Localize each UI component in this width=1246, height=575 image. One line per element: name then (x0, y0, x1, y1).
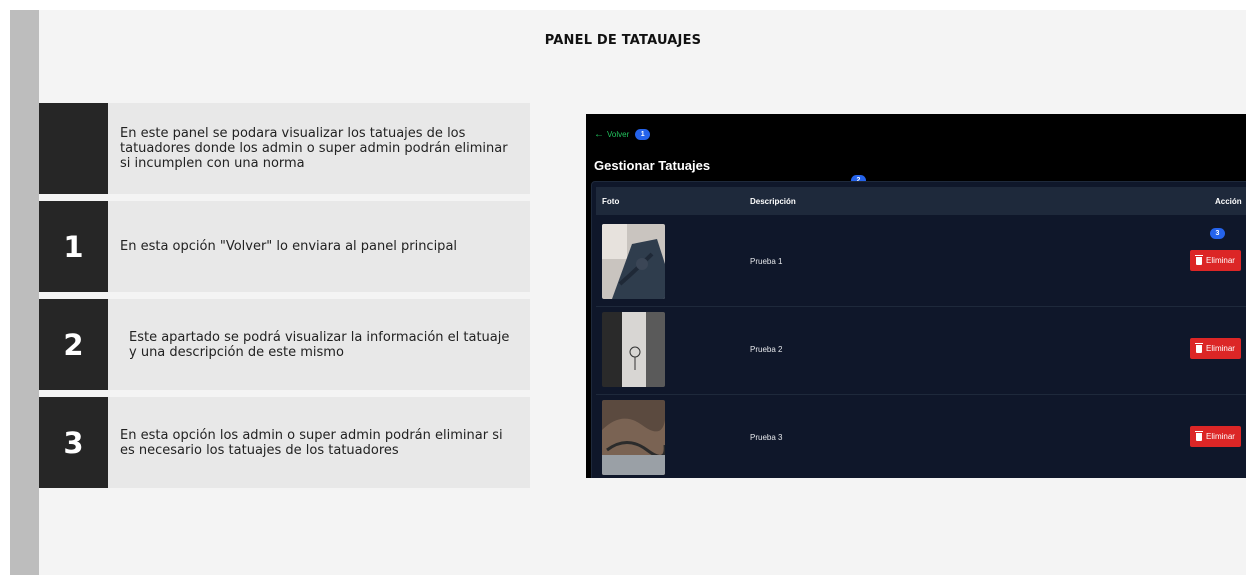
step-row-1: 1 En esta opción "Volver" lo enviara al … (39, 201, 530, 292)
delete-button[interactable]: Eliminar (1190, 250, 1241, 271)
row-description: Prueba 1 (750, 257, 783, 266)
intro-row-text: En este panel se podara visualizar los t… (120, 126, 508, 171)
slide-side-bar (10, 10, 39, 575)
row-description: Prueba 2 (750, 345, 783, 354)
arrow-left-icon: ← (594, 129, 604, 140)
column-header-action: Acción (1215, 197, 1242, 206)
delete-button[interactable]: Eliminar (1190, 338, 1241, 359)
row-description: Prueba 3 (750, 433, 783, 442)
column-header-description: Descripción (750, 197, 796, 206)
delete-button[interactable]: Eliminar (1190, 426, 1241, 447)
trash-icon (1195, 342, 1204, 353)
tattoo-table-panel: Foto Descripción Acción Prueba 1 3 Elimi… (591, 181, 1246, 478)
table-row: Prueba 3 Eliminar (596, 395, 1246, 478)
column-header-photo: Foto (602, 197, 620, 206)
tattoo-photo (602, 400, 665, 475)
intro-row-number (39, 103, 108, 194)
step-row-2: 2 Este apartado se podrá visualizar la i… (39, 299, 530, 390)
table-row: Prueba 2 Eliminar (596, 307, 1246, 395)
table-row: Prueba 1 3 Eliminar (596, 219, 1246, 307)
page-title: PANEL DE TATAUAJES (544, 33, 702, 48)
trash-icon (1195, 430, 1204, 441)
step-row-3: 3 En esta opción los admin o super admin… (39, 397, 530, 488)
app-title: Gestionar Tatuajes (594, 158, 711, 173)
delete-label: Eliminar (1206, 256, 1235, 265)
step-text-2: Este apartado se podrá visualizar la inf… (129, 329, 510, 360)
callout-badge-1: 1 (635, 129, 651, 140)
step-number-2: 2 (39, 299, 108, 390)
intro-row: En este panel se podara visualizar los t… (39, 103, 530, 194)
app-screenshot: ← Volver 1 Gestionar Tatuajes 2 Foto Des… (586, 114, 1246, 478)
tattoo-photo (602, 312, 665, 387)
delete-label: Eliminar (1206, 344, 1235, 353)
table-header: Foto Descripción Acción (596, 187, 1246, 215)
step-text-1: En esta opción "Volver" lo enviara al pa… (120, 239, 458, 254)
step-number-1: 1 (39, 201, 108, 292)
back-button[interactable]: ← Volver 1 (594, 129, 651, 140)
callout-badge-3: 3 (1210, 228, 1225, 239)
step-text-3: En esta opción los admin o super admin p… (120, 427, 503, 458)
step-number-3: 3 (39, 397, 108, 488)
back-label: Volver (607, 130, 630, 139)
tattoo-photo (602, 224, 665, 299)
delete-label: Eliminar (1206, 432, 1235, 441)
trash-icon (1195, 254, 1204, 265)
